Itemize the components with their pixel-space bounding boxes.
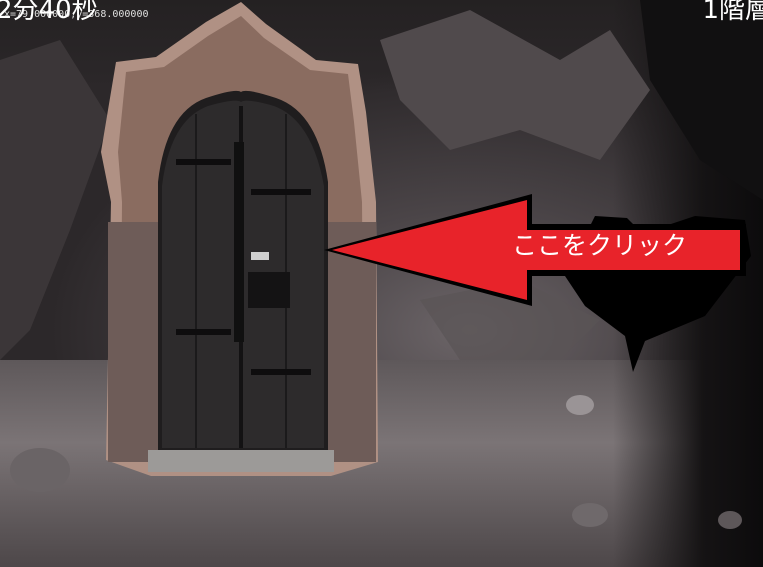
coordinate-readout: x=79.000000,y=368.000000 (4, 9, 149, 20)
click-here-label[interactable]: ここをクリック (512, 226, 742, 266)
cave-scene: ここをクリック 2分40秒 x=79.000000,y=368.000000 1… (0, 0, 763, 567)
floor-level: 1階層 (702, 0, 763, 25)
